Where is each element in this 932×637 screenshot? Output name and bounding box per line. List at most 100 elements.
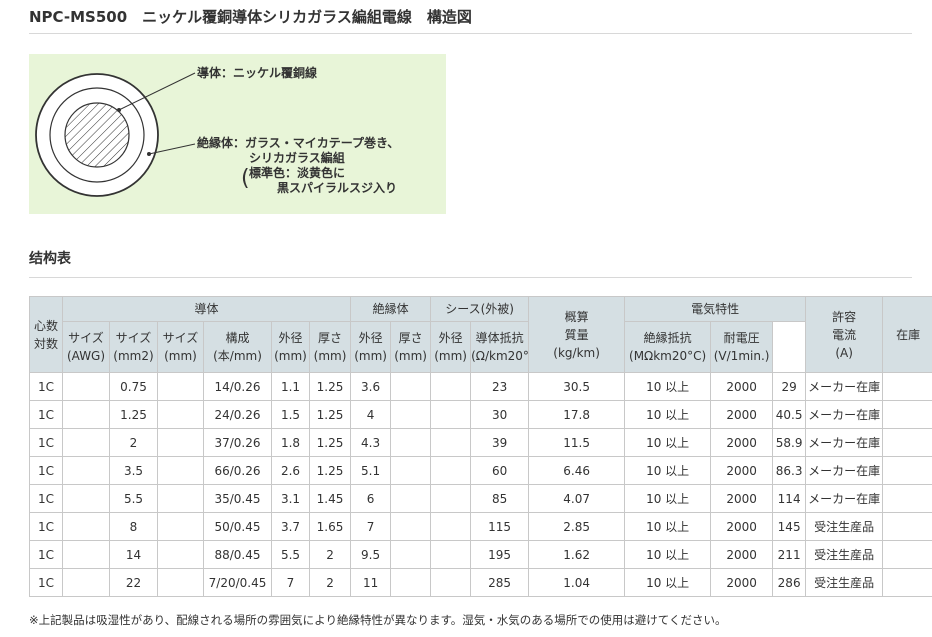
cell-sheath-od <box>430 568 472 597</box>
header-sheath: シース(外被) <box>430 296 530 322</box>
cell-notes <box>882 428 932 457</box>
cell-insulation-resistance: 10 以上 <box>624 428 712 457</box>
cell-sheath-od <box>430 540 472 569</box>
header-sheath-od: 外径 (mm) <box>430 321 472 373</box>
table-row: 1C 0.75 14/0.26 1.1 1.25 3.6 23 30.5 10 以上 2000 29… <box>29 372 932 401</box>
cell-sheath-thickness <box>390 484 432 513</box>
cell-insulation-od: 7 <box>350 512 392 541</box>
header-conductor: 導体 <box>61 296 352 322</box>
conductor-callout: 導体：ニッケル覆銅線 <box>197 66 318 80</box>
cell-notes <box>882 484 932 513</box>
table-row: 1C 22 7/20/0.45 7 2 11 285 1.04 10 以上 2000 286 受注生産… <box>29 568 932 597</box>
insulation-leader-dot <box>147 152 151 156</box>
cell-size-awg <box>62 540 110 569</box>
cell-sheath-thickness <box>390 512 432 541</box>
cell-withstand-voltage: 2000 <box>710 568 774 597</box>
cell-size-mm <box>157 372 204 401</box>
cell-conductor-resistance: 17.8 <box>528 400 626 429</box>
cell-insulation-od: 6 <box>350 484 392 513</box>
cell-insulation-resistance: 10 以上 <box>624 540 712 569</box>
cell-allowable-current: 58.9 <box>772 428 807 457</box>
cell-size-mm2: 0.75 <box>109 372 158 401</box>
cell-conductor-resistance: 30.5 <box>528 372 626 401</box>
cell-size-awg <box>62 484 110 513</box>
insulation-callout-line2: シリカガラス編組 <box>249 151 345 165</box>
cell-conductor-resistance: 2.85 <box>528 512 626 541</box>
cell-insulation-resistance: 10 以上 <box>624 568 712 597</box>
header-composition: 構成 (本/mm) <box>203 321 272 373</box>
cell-cores: 1C <box>29 540 63 569</box>
section-heading: 结构表 <box>29 251 71 267</box>
cell-insulation-thickness: 1.25 <box>308 456 352 485</box>
table-row: 1C 14 88/0.45 5.5 2 9.5 195 1.62 10 以上 2000 211 受注生… <box>29 540 932 569</box>
cell-insulation-od: 11 <box>350 568 392 597</box>
cell-size-mm <box>157 428 204 457</box>
header-insulation: 絶縁体 <box>350 296 432 322</box>
cell-notes <box>882 540 932 569</box>
cell-insulation-od: 4 <box>350 400 392 429</box>
cell-approx-mass: 23 <box>470 372 530 401</box>
cell-sheath-od <box>430 456 472 485</box>
cell-conductor-resistance: 1.62 <box>528 540 626 569</box>
cell-insulation-resistance: 10 以上 <box>624 456 712 485</box>
cell-stock: メーカー在庫 <box>805 372 884 401</box>
cell-size-mm2: 22 <box>109 568 158 597</box>
cell-size-awg <box>62 512 110 541</box>
cell-size-mm2: 14 <box>109 540 158 569</box>
cell-insulation-od: 4.3 <box>350 428 392 457</box>
cell-insulation-thickness: 1.25 <box>308 400 352 429</box>
header-conductor-resistance: 導体抵抗 (Ω/km20°C) <box>470 321 530 373</box>
cell-sheath-thickness <box>390 400 432 429</box>
spec-table: 心数 対数 導体 絶縁体 シース(外被) 概算 質量 (kg/km) 電気特性 … <box>29 296 932 597</box>
cell-size-mm <box>157 400 204 429</box>
title-divider <box>29 33 912 34</box>
standard-color-callout: 標準色：淡黄色に <box>249 166 346 180</box>
cell-composition: 35/0.45 <box>203 484 272 513</box>
cell-composition: 50/0.45 <box>203 512 272 541</box>
cell-sheath-od <box>430 512 472 541</box>
cell-insulation-thickness: 1.25 <box>308 372 352 401</box>
cell-size-awg <box>62 568 110 597</box>
cell-notes <box>882 568 932 597</box>
cell-conductor-resistance: 1.04 <box>528 568 626 597</box>
cell-approx-mass: 115 <box>470 512 530 541</box>
cell-conductor-od: 3.1 <box>271 484 310 513</box>
cell-cores: 1C <box>29 512 63 541</box>
section-divider <box>29 277 912 278</box>
cell-insulation-thickness: 1.65 <box>308 512 352 541</box>
cell-size-mm <box>157 456 204 485</box>
cell-allowable-current: 40.5 <box>772 400 807 429</box>
cell-composition: 66/0.26 <box>203 456 272 485</box>
cell-withstand-voltage: 2000 <box>710 428 774 457</box>
header-size-mm2: サイズ (mm2) <box>109 321 158 373</box>
cell-notes <box>882 456 932 485</box>
cell-size-mm2: 5.5 <box>109 484 158 513</box>
cell-stock: 受注生産品 <box>805 540 884 569</box>
cell-insulation-od: 3.6 <box>350 372 392 401</box>
cell-conductor-resistance: 4.07 <box>528 484 626 513</box>
cell-approx-mass: 85 <box>470 484 530 513</box>
cell-insulation-resistance: 10 以上 <box>624 372 712 401</box>
cell-size-mm2: 1.25 <box>109 400 158 429</box>
cell-composition: 24/0.26 <box>203 400 272 429</box>
cell-cores: 1C <box>29 484 63 513</box>
cell-conductor-od: 5.5 <box>271 540 310 569</box>
header-approx-mass: 概算 質量 (kg/km) <box>528 296 626 373</box>
cell-insulation-od: 9.5 <box>350 540 392 569</box>
cell-allowable-current: 211 <box>772 540 807 569</box>
page-title: NPC-MS500 ニッケル覆銅導体シリカガラス編組電線 構造図 <box>29 8 472 26</box>
cell-withstand-voltage: 2000 <box>710 512 774 541</box>
cell-conductor-resistance: 11.5 <box>528 428 626 457</box>
spec-table-body: 1C 0.75 14/0.26 1.1 1.25 3.6 23 30.5 10 以上 2000 29… <box>29 372 932 597</box>
conductor-leader-dot <box>117 108 121 112</box>
cell-conductor-od: 3.7 <box>271 512 310 541</box>
cell-notes <box>882 512 932 541</box>
cell-size-mm <box>157 512 204 541</box>
cell-conductor-od: 1.8 <box>271 428 310 457</box>
cell-stock: 受注生産品 <box>805 568 884 597</box>
cell-composition: 14/0.26 <box>203 372 272 401</box>
cell-conductor-od: 1.1 <box>271 372 310 401</box>
cell-conductor-od: 2.6 <box>271 456 310 485</box>
cell-sheath-thickness <box>390 372 432 401</box>
cell-notes <box>882 400 932 429</box>
